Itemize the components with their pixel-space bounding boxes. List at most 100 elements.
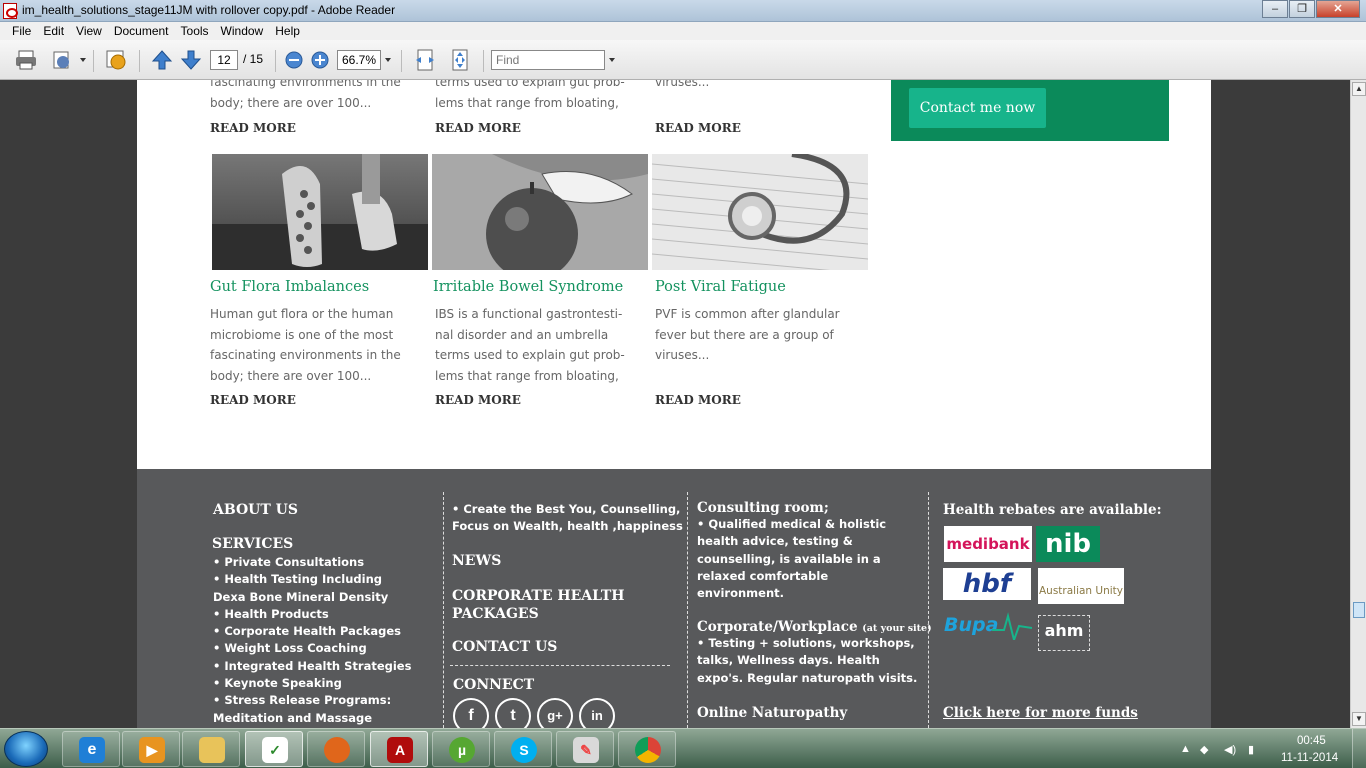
start-button[interactable] xyxy=(4,731,48,767)
more-funds-link[interactable]: Click here for more funds xyxy=(943,705,1138,721)
read-more-link[interactable]: READ MORE xyxy=(435,121,521,135)
taskbar-paint[interactable]: ✎ xyxy=(556,731,614,767)
show-hidden-icons-icon[interactable]: ▲ xyxy=(1180,743,1191,755)
menu-tools[interactable]: Tools xyxy=(175,22,215,40)
read-more-link[interactable]: READ MORE xyxy=(655,121,741,135)
window-title: im_health_solutions_stage11JM with rollo… xyxy=(22,3,396,17)
services-list-continued: • Create the Best You, Counselling, Focu… xyxy=(452,502,683,534)
window-controls: – ❐ ✕ xyxy=(1261,0,1360,18)
menu-window[interactable]: Window xyxy=(215,22,270,40)
show-desktop-button[interactable] xyxy=(1352,729,1366,768)
chevron-down-icon[interactable] xyxy=(609,58,615,62)
contact-panel: Contact me now xyxy=(891,80,1169,141)
read-more-link[interactable]: READ MORE xyxy=(210,121,296,135)
footer-divider xyxy=(443,492,444,728)
footer-news[interactable]: NEWS xyxy=(452,553,501,569)
card-title[interactable]: Gut Flora Imbalances xyxy=(210,279,369,295)
fit-width-icon[interactable] xyxy=(413,48,437,72)
menu-file[interactable]: File xyxy=(6,22,37,40)
consulting-list: • Qualified medical & holistic health ad… xyxy=(697,517,887,601)
footer-services[interactable]: SERVICES xyxy=(212,536,293,552)
services-list: • Private Consultations • Health Testing… xyxy=(213,555,412,725)
vertical-scrollbar[interactable]: ▲ ▼ xyxy=(1350,80,1366,728)
chevron-down-icon[interactable] xyxy=(385,58,391,62)
dropbox-icon[interactable]: ◆ xyxy=(1200,743,1208,756)
contact-me-button[interactable]: Contact me now xyxy=(909,88,1046,128)
find-input[interactable]: Find xyxy=(491,50,605,70)
card-title[interactable]: Irritable Bowel Syndrome xyxy=(433,279,623,295)
fit-page-icon[interactable] xyxy=(448,48,472,72)
menu-view[interactable]: View xyxy=(70,22,108,40)
chevron-down-icon[interactable] xyxy=(80,58,86,62)
taskbar-explorer[interactable] xyxy=(182,731,240,767)
site-footer: ABOUT US SERVICES • Private Consultation… xyxy=(137,469,1211,728)
footer-corporate-packages[interactable]: CORPORATE HEALTH PACKAGES xyxy=(452,587,625,623)
read-more-link[interactable]: READ MORE xyxy=(435,393,521,407)
paint-icon: ✎ xyxy=(573,737,599,763)
zoom-out-icon[interactable] xyxy=(284,50,304,70)
taskbar-media-player[interactable]: ▶ xyxy=(122,731,180,767)
next-page-icon[interactable] xyxy=(179,48,203,72)
online-naturopathy-link[interactable]: Online Naturopathy xyxy=(697,705,847,721)
internet-explorer-icon: e xyxy=(79,737,105,763)
reader-toolbar: 12 / 15 66.7% Find xyxy=(0,40,1366,80)
print-icon[interactable] xyxy=(14,48,38,72)
taskbar-internet-explorer[interactable]: e xyxy=(62,731,120,767)
maximize-button[interactable]: ❐ xyxy=(1289,0,1315,18)
skype-icon: S xyxy=(511,737,537,763)
linkedin-icon[interactable]: in xyxy=(579,698,615,728)
footer-contact-us[interactable]: CONTACT US xyxy=(452,639,557,655)
google-plus-icon[interactable]: g+ xyxy=(537,698,573,728)
toolbar-divider xyxy=(275,50,276,72)
stethoscope-photo[interactable] xyxy=(652,154,868,270)
consulting-room-heading: Consulting room; xyxy=(697,500,829,516)
menu-document[interactable]: Document xyxy=(108,22,175,40)
scroll-down-icon[interactable]: ▼ xyxy=(1352,712,1366,726)
clock-date[interactable]: 11-11-2014 xyxy=(1281,752,1338,764)
previous-page-icon[interactable] xyxy=(150,48,174,72)
corporate-workplace-label: Corporate/Workplace xyxy=(697,619,858,635)
zoom-level-input[interactable]: 66.7% xyxy=(337,50,381,70)
clock-time[interactable]: 00:45 xyxy=(1297,735,1326,747)
taskbar-skype[interactable]: S xyxy=(494,731,552,767)
read-more-link[interactable]: READ MORE xyxy=(655,393,741,407)
close-button[interactable]: ✕ xyxy=(1316,0,1360,18)
zoom-in-icon[interactable] xyxy=(310,50,330,70)
power-icon[interactable]: ▮ xyxy=(1248,743,1254,756)
card-title[interactable]: Post Viral Fatigue xyxy=(655,279,786,295)
woman-biting-apple-photo[interactable] xyxy=(432,154,648,270)
twitter-icon[interactable]: t xyxy=(495,698,531,728)
medibank-logo[interactable]: medibank xyxy=(944,526,1032,562)
read-more-link[interactable]: READ MORE xyxy=(210,393,296,407)
volume-icon[interactable]: ◀) xyxy=(1224,743,1236,756)
taskbar-adobe-reader[interactable]: A xyxy=(370,731,428,767)
scrollbar-thumb[interactable] xyxy=(1353,602,1365,618)
document-viewport[interactable]: fascinating environments in the body; th… xyxy=(0,80,1350,728)
taskbar-chrome[interactable] xyxy=(618,731,676,767)
menu-edit[interactable]: Edit xyxy=(37,22,70,40)
toolbar-divider xyxy=(139,50,140,72)
corporate-list: • Testing + solutions, workshops, talks,… xyxy=(697,636,918,685)
menu-help[interactable]: Help xyxy=(269,22,306,40)
running-shoes-photo[interactable] xyxy=(212,154,428,270)
nib-logo[interactable]: nib xyxy=(1036,526,1100,562)
taskbar-utorrent[interactable]: µ xyxy=(432,731,490,767)
taskbar-firefox[interactable] xyxy=(307,731,365,767)
chrome-icon xyxy=(635,737,661,763)
menu-bar: File Edit View Document Tools Window Hel… xyxy=(0,22,1366,40)
page-number-input[interactable]: 12 xyxy=(210,50,238,70)
facebook-icon[interactable]: f xyxy=(453,698,489,728)
collaborate-icon[interactable] xyxy=(104,48,128,72)
taskbar-task-app[interactable]: ✓ xyxy=(245,731,303,767)
card-excerpt: viruses... xyxy=(655,80,710,89)
pdf-app-icon xyxy=(3,3,18,19)
ahm-logo[interactable]: ahm xyxy=(1038,615,1090,651)
australian-unity-logo[interactable]: Australian Unity xyxy=(1038,568,1124,604)
scroll-up-icon[interactable]: ▲ xyxy=(1352,82,1366,96)
minimize-button[interactable]: – xyxy=(1262,0,1288,18)
hbf-logo[interactable]: hbf xyxy=(943,568,1031,600)
bupa-logo[interactable]: Bupa xyxy=(944,610,1032,646)
utorrent-icon: µ xyxy=(449,737,475,763)
email-attach-icon[interactable] xyxy=(50,48,74,72)
footer-about-us[interactable]: ABOUT US xyxy=(213,502,298,518)
